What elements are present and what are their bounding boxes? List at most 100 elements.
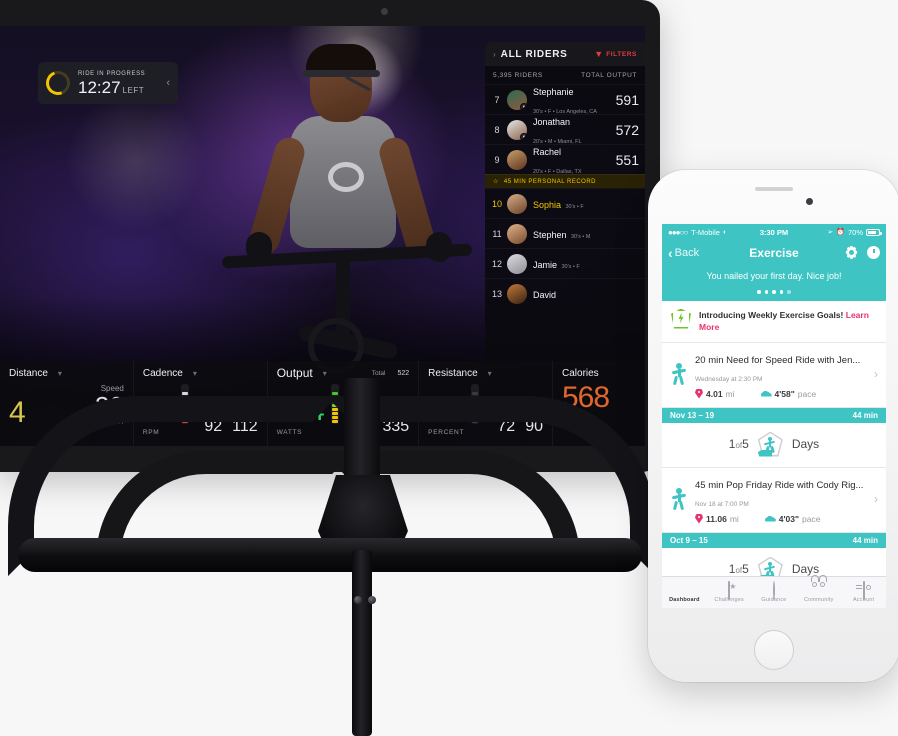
chevron-right-icon[interactable]: ›: [493, 50, 496, 59]
metric-distance[interactable]: Distance ▾ 4 Speed 20 MPH: [0, 361, 134, 446]
distance-unit: mi: [725, 388, 735, 399]
chevron-down-icon[interactable]: ▾: [488, 369, 492, 378]
output-total: Total 522: [372, 370, 409, 377]
max-label: MAX: [526, 410, 543, 417]
tab-guidance[interactable]: Guidance: [752, 581, 797, 603]
tab-challenges[interactable]: Challenges: [707, 581, 752, 603]
workout-details: 20 min Need for Speed Ride with Jen... W…: [695, 350, 864, 399]
metric-primary: 85 RPM: [143, 396, 175, 436]
leaderboard-header[interactable]: › ALL RIDERS ▼ FILTERS: [485, 42, 645, 66]
workout-row[interactable]: 20 min Need for Speed Ride with Jen... W…: [662, 342, 886, 408]
chevron-down-icon[interactable]: ▾: [58, 369, 62, 378]
leaderboard-row[interactable]: 9 Rachel 20's • F • Dallas, TX 551: [485, 144, 645, 175]
leaderboard-row[interactable]: 12 Jamie 30's • F: [485, 248, 645, 278]
metric-cadence[interactable]: Cadence ▾ 85 RPM AVG 92 MAX 112: [134, 361, 268, 446]
avatar[interactable]: [507, 193, 527, 214]
chevron-right-icon[interactable]: ›: [874, 367, 878, 381]
banner-page-dots[interactable]: [662, 284, 886, 301]
metric-body: 568 BURNED: [562, 383, 636, 423]
tab-account[interactable]: Account: [841, 581, 886, 603]
pace-stat: 4'58" pace: [761, 389, 817, 399]
promo-banner[interactable]: Introducing Weekly Exercise Goals! Learn…: [662, 301, 886, 343]
tab-dashboard[interactable]: Dashboard: [662, 582, 707, 603]
progress-ring-icon: [42, 67, 74, 99]
workout-row[interactable]: 45 min Pop Friday Ride with Cody Rig... …: [662, 467, 886, 533]
promo-text: Introducing Weekly Exercise Goals! Learn…: [699, 309, 877, 333]
rider-meta: 30's • M: [570, 233, 591, 240]
weekly-goal-row[interactable]: 1of5 Days: [662, 422, 886, 468]
rider-badge-icon: ●: [520, 102, 527, 110]
rider-count: 5,395 RIDERS: [493, 72, 543, 79]
screenshot-root: RIDE IN PROGRESS 12:27 LEFT ‹ › ALL RIDER…: [0, 0, 898, 736]
compass-icon: [766, 581, 782, 600]
page-dot[interactable]: [772, 290, 776, 294]
ride-status-label: RIDE IN PROGRESS: [78, 70, 146, 77]
chevron-down-icon[interactable]: ▾: [323, 369, 327, 378]
alarm-icon: ⏰: [836, 229, 845, 236]
leaderboard-row[interactable]: 13 David: [485, 278, 645, 308]
avatar[interactable]: [507, 253, 527, 274]
week-range: Nov 13 – 19: [670, 410, 715, 420]
page-dot[interactable]: [787, 290, 791, 294]
week-duration: 44 min: [852, 410, 878, 420]
metric-secondary: AVG 92 MAX 112: [204, 410, 257, 436]
metric-header: Distance ▾: [9, 366, 124, 380]
back-button[interactable]: ‹ Back: [668, 245, 699, 261]
rider-info: Stephen 30's • M: [533, 225, 639, 243]
max-value: 90: [525, 418, 543, 435]
metric-avg: AVG 72: [497, 410, 515, 436]
rider-info: Jamie 30's • F: [533, 255, 639, 273]
tab-label: Dashboard: [669, 597, 700, 603]
metric-body: 52 PERCENT AVG 72 MAX 90: [428, 384, 543, 436]
chevron-down-icon[interactable]: ▾: [193, 369, 197, 378]
metric-output[interactable]: Output ▾ Total 522 264 WATTS AVG 216 MAX…: [268, 361, 420, 446]
tab-label: Community: [803, 597, 834, 603]
ride-in-progress-card[interactable]: RIDE IN PROGRESS 12:27 LEFT ‹: [38, 62, 178, 104]
chevron-left-icon[interactable]: ‹: [166, 77, 170, 89]
total-label: Total: [371, 369, 386, 377]
tab-community[interactable]: Community: [796, 575, 841, 603]
avatar[interactable]: [507, 223, 527, 244]
people-icon: [810, 575, 827, 596]
avatar[interactable]: ●: [507, 119, 527, 140]
rider-output: 572: [615, 121, 639, 138]
days-count: 1of5: [729, 562, 749, 576]
page-dot[interactable]: [757, 290, 761, 294]
ride-time-value: 12:27: [78, 77, 121, 97]
rider-meta: 30's • F: [561, 263, 580, 270]
leaderboard-row[interactable]: 10 Sophia 30's • F: [485, 188, 645, 218]
chevron-right-icon[interactable]: ›: [874, 492, 878, 506]
avatar[interactable]: [507, 283, 527, 304]
leaderboard-title: ALL RIDERS: [500, 48, 568, 60]
metric-resistance[interactable]: Resistance ▾ 52 PERCENT AVG 72 MAX 90: [419, 361, 553, 446]
rider-name: Jamie: [533, 259, 558, 270]
metric-max: MAX 90: [525, 410, 543, 436]
page-dot[interactable]: [764, 290, 769, 294]
rider-name: Stephanie: [533, 86, 574, 97]
distance-stat: 11.06 mi: [695, 514, 739, 524]
phone-home-button[interactable]: [754, 630, 794, 670]
workout-date: Wednesday at 2:30 PM: [695, 375, 763, 383]
cadence-gauge: [181, 384, 190, 424]
frame-bolt: [368, 596, 376, 604]
rider-rank: 8: [494, 124, 500, 135]
shoe-icon: [765, 515, 776, 523]
avatar[interactable]: ●: [507, 89, 527, 110]
leaderboard-row[interactable]: 8 ● Jonathan 20's • M • Miami, FL 572: [485, 114, 645, 145]
days-total: 5: [742, 562, 749, 576]
metric-body: 264 WATTS AVG 216 MAX 335: [277, 384, 409, 436]
metric-body: 85 RPM AVG 92 MAX 112: [143, 384, 258, 436]
metric-calories[interactable]: Calories 568 BURNED: [553, 361, 645, 446]
page-dot[interactable]: [779, 290, 784, 294]
metric-primary: 52 PERCENT: [428, 396, 464, 436]
filters-button[interactable]: ▼ FILTERS: [594, 49, 637, 59]
gear-icon[interactable]: [845, 246, 858, 259]
avatar[interactable]: [507, 149, 527, 170]
metric-unit: BURNED: [562, 416, 594, 423]
leaderboard-row[interactable]: 7 ● Stephanie 30's • F • Los Angeles, CA…: [485, 84, 645, 115]
total-value: 522: [397, 369, 410, 377]
leaderboard-row[interactable]: 11 Stephen 30's • M: [485, 218, 645, 248]
bike-grip-right: [426, 232, 452, 262]
stopwatch-icon[interactable]: [867, 246, 880, 259]
ride-time-unit: LEFT: [122, 85, 145, 95]
